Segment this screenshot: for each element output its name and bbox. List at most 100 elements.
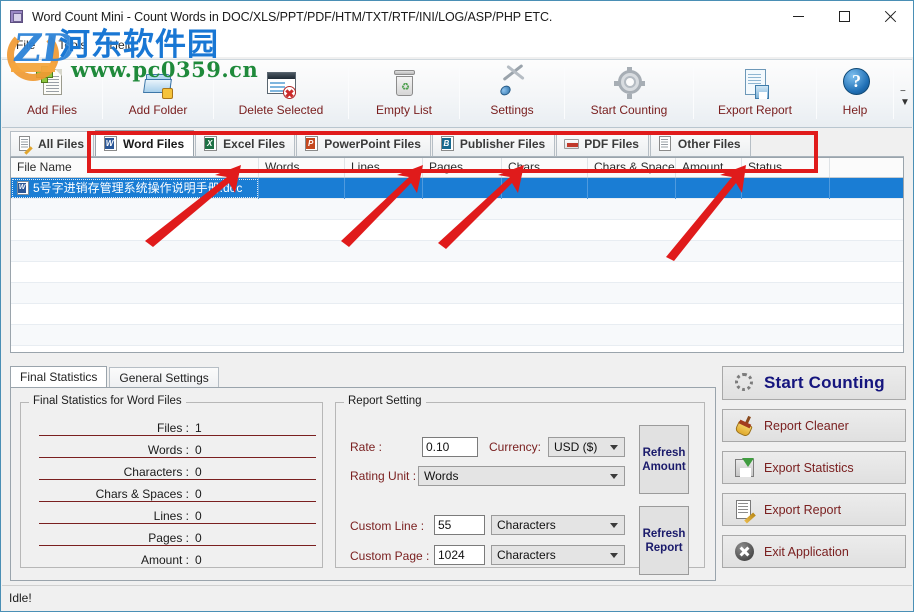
report-cleaner-label: Report Cleaner bbox=[764, 418, 849, 433]
tab-excel-files[interactable]: X Excel Files bbox=[195, 131, 296, 156]
cell-file-name: W 5号字进销存管理系统操作说明手册.doc bbox=[11, 177, 259, 199]
rate-label: Rate : bbox=[350, 440, 383, 454]
tab-pdf-files[interactable]: PDF Files bbox=[556, 131, 649, 156]
delete-selected-icon bbox=[264, 66, 298, 100]
refresh-report-button[interactable]: Refresh Report bbox=[639, 506, 689, 575]
tab-other-files[interactable]: Other Files bbox=[649, 131, 751, 156]
toolbar-add-files-label: Add Files bbox=[26, 103, 78, 117]
custom-page-unit-select[interactable]: Characters bbox=[491, 545, 625, 565]
menu-bar: File Tools Help bbox=[1, 32, 913, 57]
toolbar-separator bbox=[893, 67, 894, 119]
stat-row-characters: Characters : 0 bbox=[21, 459, 324, 481]
toolbar-add-files-button[interactable]: Add Files bbox=[2, 60, 102, 127]
column-header-chars[interactable]: Chars bbox=[502, 158, 588, 177]
export-report-icon bbox=[738, 66, 772, 100]
toolbar-export-report-button[interactable]: Export Report bbox=[694, 60, 816, 127]
start-counting-button[interactable]: Start Counting bbox=[722, 366, 906, 400]
stat-row-amount: Amount : 0 bbox=[21, 547, 324, 569]
table-row-empty bbox=[11, 262, 903, 283]
app-window-icon bbox=[8, 8, 26, 26]
tab-other-files-label: Other Files bbox=[677, 137, 741, 151]
close-button[interactable] bbox=[867, 1, 913, 32]
application-window: Word Count Mini - Count Words in DOC/XLS… bbox=[0, 0, 914, 612]
toolbar-add-folder-label: Add Folder bbox=[128, 103, 188, 117]
column-header-lines[interactable]: Lines bbox=[345, 158, 423, 177]
word-file-icon: W bbox=[17, 180, 30, 195]
report-cleaner-button[interactable]: Report Cleaner bbox=[722, 409, 906, 442]
toolbar-help-label: Help bbox=[842, 103, 868, 117]
minimize-button[interactable] bbox=[775, 1, 821, 32]
rate-input[interactable]: 0.10 bbox=[422, 437, 478, 457]
broom-icon bbox=[734, 415, 756, 438]
toolbar-empty-list-button[interactable]: ♻ Empty List bbox=[349, 60, 459, 127]
toolbar-start-counting-button[interactable]: Start Counting bbox=[565, 60, 693, 127]
table-row-empty bbox=[11, 199, 903, 220]
toolbar-start-counting-label: Start Counting bbox=[590, 103, 668, 117]
tab-all-files-label: All Files bbox=[38, 137, 85, 151]
stat-row-pages: Pages : 0 bbox=[21, 525, 324, 547]
toolbar-empty-list-label: Empty List bbox=[375, 103, 432, 117]
custom-line-label: Custom Line : bbox=[350, 519, 425, 533]
table-row[interactable]: W 5号字进销存管理系统操作说明手册.doc bbox=[11, 177, 903, 199]
column-header-amount[interactable]: Amount bbox=[676, 158, 742, 177]
export-report-button[interactable]: Export Report bbox=[722, 493, 906, 526]
exit-application-button[interactable]: Exit Application bbox=[722, 535, 906, 568]
export-statistics-button[interactable]: Export Statistics bbox=[722, 451, 906, 484]
add-file-icon bbox=[35, 66, 69, 100]
export-statistics-label: Export Statistics bbox=[764, 460, 854, 475]
trash-bin-icon: ♻ bbox=[387, 66, 421, 100]
column-header-pages[interactable]: Pages bbox=[423, 158, 502, 177]
tab-powerpoint-files[interactable]: P PowerPoint Files bbox=[296, 131, 431, 156]
table-row-empty bbox=[11, 220, 903, 241]
stat-row-files: Files : 1 bbox=[21, 415, 324, 437]
tab-pdf-files-label: PDF Files bbox=[584, 137, 639, 151]
toolbar-delete-selected-button[interactable]: Delete Selected bbox=[214, 60, 348, 127]
stat-row-lines: Lines : 0 bbox=[21, 503, 324, 525]
column-header-file-name[interactable]: File Name bbox=[11, 158, 259, 177]
refresh-amount-button[interactable]: Refresh Amount bbox=[639, 425, 689, 494]
menu-item-tools[interactable]: Tools bbox=[55, 36, 97, 54]
toolbar-help-button[interactable]: ? Help bbox=[817, 60, 893, 127]
currency-select[interactable]: USD ($) bbox=[548, 437, 625, 457]
stat-value-amount: 0 bbox=[195, 553, 202, 567]
tab-all-files[interactable]: All Files bbox=[10, 131, 95, 156]
stat-row-chars-spaces: Chars & Spaces : 0 bbox=[21, 481, 324, 503]
help-question-icon: ? bbox=[838, 66, 872, 100]
tab-final-statistics[interactable]: Final Statistics bbox=[10, 366, 108, 388]
table-row-empty bbox=[11, 241, 903, 262]
status-text: Idle! bbox=[9, 591, 32, 605]
status-bar: Idle! bbox=[2, 585, 912, 610]
chevron-down-icon: − ▼ bbox=[900, 86, 910, 108]
tab-publisher-files[interactable]: B Publisher Files bbox=[431, 131, 556, 156]
menu-item-file[interactable]: File bbox=[13, 36, 46, 54]
stat-label-amount: Amount : bbox=[140, 553, 189, 567]
column-header-words[interactable]: Words bbox=[259, 158, 345, 177]
table-row-empty bbox=[11, 304, 903, 325]
bottom-panel: Final Statistics for Word Files Files : … bbox=[10, 387, 716, 581]
generic-doc-icon bbox=[658, 136, 673, 152]
exit-x-icon bbox=[734, 541, 756, 563]
menu-item-help[interactable]: Help bbox=[106, 36, 145, 54]
column-header-status[interactable]: Status bbox=[742, 158, 830, 177]
word-doc-icon: W bbox=[103, 135, 118, 152]
tab-word-files[interactable]: W Word Files bbox=[95, 130, 195, 156]
custom-page-input[interactable]: 1024 bbox=[434, 545, 485, 565]
column-header-chars-spaces[interactable]: Chars & Spaces bbox=[588, 158, 676, 177]
maximize-icon bbox=[838, 11, 850, 22]
maximize-button[interactable] bbox=[821, 1, 867, 32]
rating-unit-select[interactable]: Words bbox=[418, 466, 625, 486]
close-icon bbox=[884, 10, 897, 23]
cell-status bbox=[742, 177, 830, 199]
export-report-label: Export Report bbox=[764, 502, 842, 517]
toolbar-add-folder-button[interactable]: Add Folder bbox=[103, 60, 213, 127]
file-list-panel[interactable]: File Name Words Lines Pages Chars Chars … bbox=[10, 157, 904, 353]
custom-line-input[interactable]: 55 bbox=[434, 515, 485, 535]
tab-general-settings[interactable]: General Settings bbox=[109, 367, 219, 388]
report-pencil-icon bbox=[734, 499, 756, 524]
final-statistics-group: Final Statistics for Word Files Files : … bbox=[20, 395, 324, 569]
toolbar-overflow-button[interactable]: − ▼ bbox=[898, 67, 912, 127]
custom-line-unit-select[interactable]: Characters bbox=[491, 515, 625, 535]
toolbar-settings-label: Settings bbox=[490, 103, 534, 117]
toolbar-settings-button[interactable]: Settings bbox=[460, 60, 564, 127]
cell-lines bbox=[345, 177, 423, 199]
